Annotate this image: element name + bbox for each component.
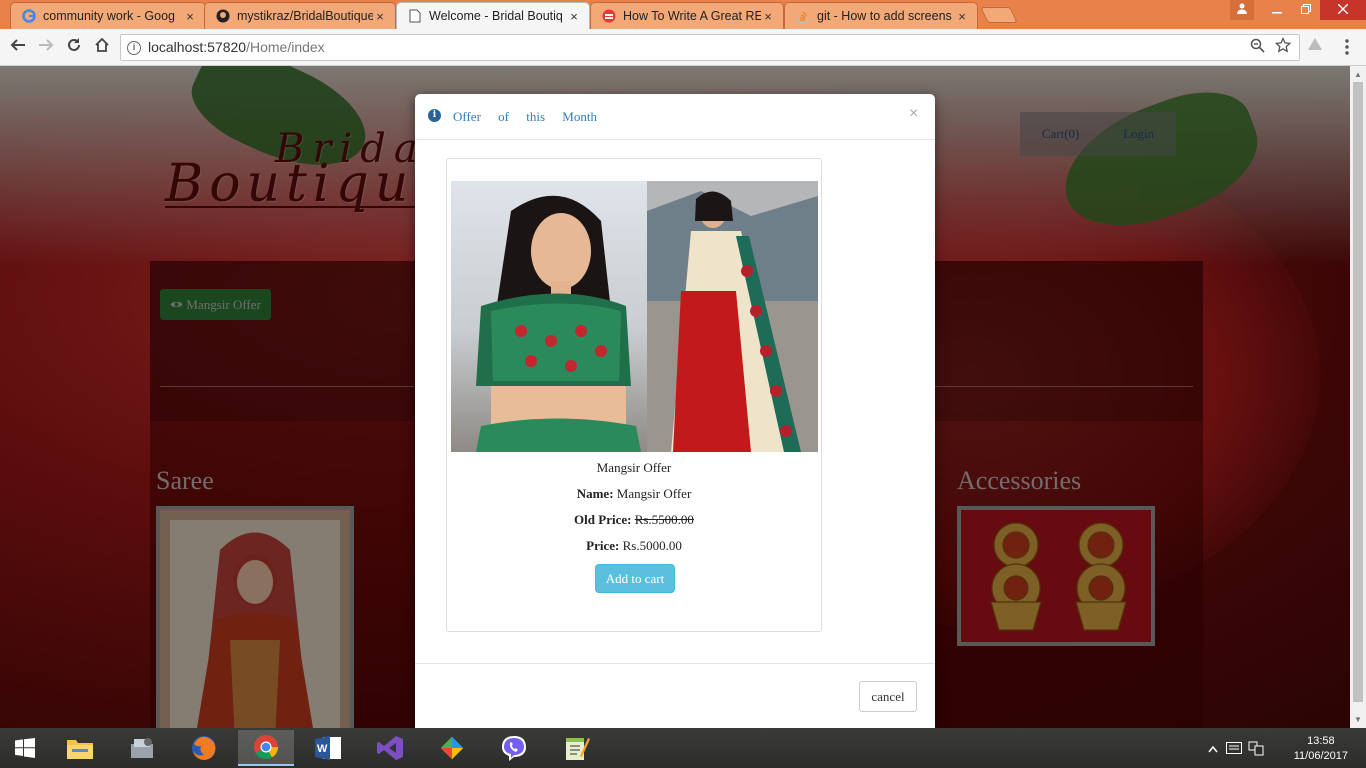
tab-git-screenshots[interactable]: git - How to add screens × [784, 2, 978, 29]
old-price-value: Rs.5500.00 [634, 512, 694, 527]
product-caption: Mangsir Offer [596, 460, 672, 475]
reload-icon[interactable] [63, 37, 85, 59]
scrollbar-thumb[interactable] [1353, 82, 1363, 702]
bookmark-star-icon[interactable] [1274, 36, 1292, 58]
viber-icon[interactable] [486, 730, 542, 766]
add-to-cart-button[interactable]: Add to cart [595, 564, 675, 593]
chevron-up-icon[interactable] [1208, 741, 1218, 756]
tab-how-to-write[interactable]: How To Write A Great RE × [590, 2, 784, 29]
url-host: localhost:57820 [148, 39, 247, 55]
url-path: /Home/index [246, 39, 325, 55]
product-name-line: Name: Mangsir Offer [447, 486, 821, 502]
product-card: Mangsir Offer Name: Mangsir Offer Old Pr… [446, 158, 822, 632]
close-icon[interactable]: × [567, 9, 581, 24]
price-value: Rs.5000.00 [622, 538, 682, 553]
old-price-line: Old Price: Rs.5500.00 [447, 512, 821, 528]
stackoverflow-icon [795, 8, 811, 24]
restore-icon[interactable] [1291, 0, 1320, 20]
page-scrollbar[interactable]: ▲ ▼ [1350, 66, 1366, 728]
word-icon[interactable]: W [300, 730, 356, 766]
system-tool-icon[interactable] [114, 730, 170, 766]
modal-footer: cancel [415, 663, 935, 728]
window-controls [1230, 0, 1366, 20]
windows-taskbar: W 13:58 11/06/2017 [0, 728, 1366, 768]
google-icon [21, 8, 37, 24]
tab-title: git - How to add screens [817, 9, 952, 23]
name-value: Mangsir Offer [616, 486, 692, 501]
tab-title: community work - Goog [43, 9, 175, 23]
modal-title: Offer of this Month [453, 109, 597, 124]
cancel-button[interactable]: cancel [859, 681, 917, 712]
browser-tab-strip: community work - Goog × mystikraz/Bridal… [0, 0, 1366, 29]
keyboard-icon[interactable] [1226, 742, 1242, 757]
old-price-label: Old Price: [574, 512, 632, 527]
page-icon [407, 8, 423, 24]
tab-title: mystikraz/BridalBoutique [237, 9, 373, 23]
windows-start-icon[interactable] [0, 730, 50, 766]
browser-toolbar: i localhost:57820/Home/index [0, 29, 1366, 66]
new-tab-button[interactable] [980, 7, 1018, 23]
profile-icon[interactable] [1230, 0, 1254, 20]
close-icon[interactable]: × [955, 9, 969, 24]
tab-welcome-bridal[interactable]: Welcome - Bridal Boutiq × [396, 2, 590, 29]
scroll-down-icon[interactable]: ▼ [1354, 715, 1362, 724]
clock-time: 13:58 [1307, 735, 1335, 747]
github-icon [215, 8, 231, 24]
info-icon: i [428, 109, 441, 122]
name-label: Name: [576, 486, 614, 501]
back-arrow-icon[interactable] [7, 37, 29, 59]
firefox-icon[interactable] [176, 730, 232, 766]
notepad-icon[interactable] [548, 730, 604, 766]
tab-title: How To Write A Great RE [623, 9, 761, 23]
price-label: Price: [586, 538, 620, 553]
chrome-icon[interactable] [238, 730, 294, 766]
site-info-icon[interactable]: i [127, 41, 141, 55]
file-explorer-icon[interactable] [52, 730, 108, 766]
url-text[interactable]: localhost:57820/Home/index [148, 39, 325, 55]
tab-community-work[interactable]: community work - Goog × [10, 2, 206, 29]
visual-studio-icon[interactable] [362, 730, 418, 766]
offer-modal: i Offer of this Month × Mangsir Offer Na… [415, 94, 935, 728]
scroll-up-icon[interactable]: ▲ [1354, 70, 1362, 79]
taskbar-clock[interactable]: 13:58 11/06/2017 [1294, 734, 1348, 764]
price-line: Price: Rs.5000.00 [447, 538, 821, 554]
minimize-icon[interactable] [1262, 0, 1291, 20]
window-close-icon[interactable] [1320, 0, 1366, 20]
extension-icon[interactable] [1307, 37, 1323, 55]
tab-title: Welcome - Bridal Boutiq [429, 9, 563, 23]
system-tray: 13:58 11/06/2017 [1196, 728, 1366, 768]
close-icon[interactable]: × [183, 9, 197, 24]
clock-date: 11/06/2017 [1293, 750, 1348, 762]
modal-close-icon[interactable]: × [909, 105, 918, 123]
tab-github[interactable]: mystikraz/BridalBoutique × [204, 2, 396, 29]
product-image[interactable] [451, 181, 818, 452]
modal-header: i Offer of this Month × [415, 94, 935, 140]
site-icon [601, 8, 617, 24]
svg-text:W: W [317, 743, 328, 755]
zoom-icon[interactable] [1250, 38, 1265, 57]
home-icon[interactable] [91, 37, 113, 59]
address-bar[interactable]: i localhost:57820/Home/index [120, 34, 1300, 61]
close-icon[interactable]: × [761, 9, 775, 24]
forward-arrow-icon[interactable] [35, 37, 57, 59]
menu-dots-icon[interactable] [1342, 39, 1352, 55]
close-icon[interactable]: × [373, 9, 387, 24]
git-extensions-icon[interactable] [424, 730, 480, 766]
network-icon[interactable] [1248, 740, 1264, 759]
